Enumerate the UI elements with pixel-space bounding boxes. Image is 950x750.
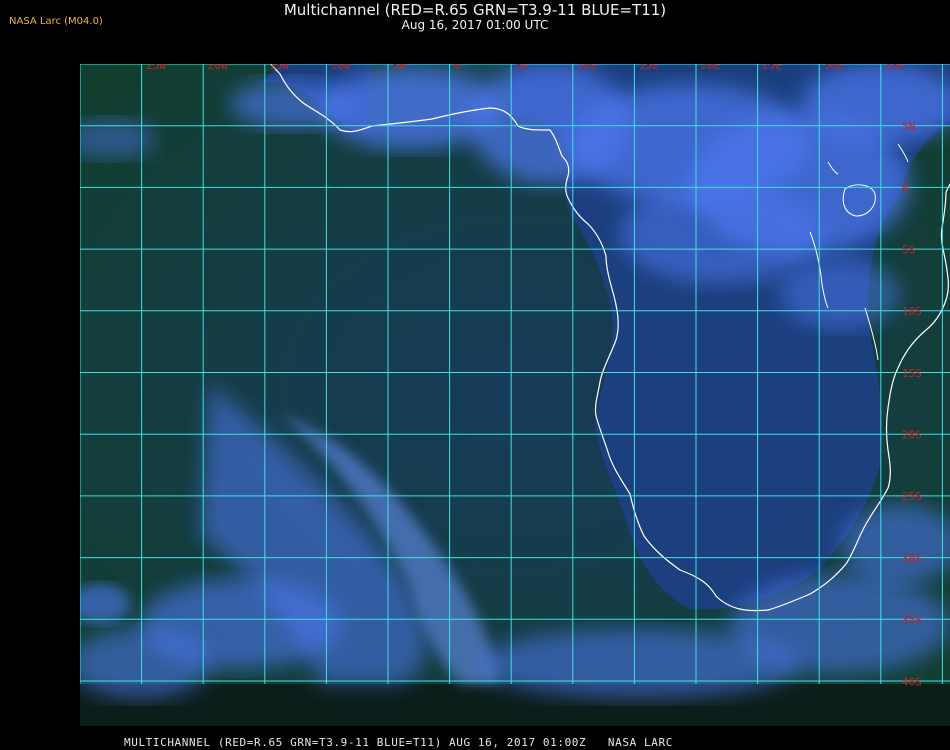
longitude-label: 25W <box>146 64 166 72</box>
latitude-label: 40S <box>902 675 922 688</box>
longitude-label: 15W <box>269 64 289 72</box>
longitude-label: 20W <box>208 64 228 72</box>
longitude-label: 25E <box>762 64 782 72</box>
longitude-label: 35E <box>885 64 905 72</box>
satellite-image: 25W 20W 15W 10W 5W 0 5E 10E 15E 20E 25E 30E 35E 5N 0 5… <box>80 64 950 726</box>
latitude-label: 25S <box>902 490 922 503</box>
image-title: Multichannel (RED=R.65 GRN=T3.9-11 BLUE=… <box>283 1 667 19</box>
longitude-label: 10W <box>331 64 351 72</box>
longitude-label: 15E <box>639 64 659 72</box>
footer-caption: MULTICHANNEL (RED=R.65 GRN=T3.9-11 BLUE=… <box>124 736 673 749</box>
image-datetime: Aug 16, 2017 01:00 UTC <box>401 18 549 32</box>
latitude-label: 20S <box>902 429 922 442</box>
satellite-map: 25W 20W 15W 10W 5W 0 5E 10E 15E 20E 25E 30E 35E 5N 0 5… <box>80 64 950 726</box>
latitude-label: 5S <box>902 243 915 256</box>
latitude-label: 15S <box>902 367 922 380</box>
longitude-label: 30E <box>824 64 844 72</box>
credit-label: NASA Larc (M04.0) <box>9 16 103 27</box>
latitude-label: 35S <box>902 614 922 627</box>
latitude-label: 0 <box>902 182 909 195</box>
latitude-label: 30S <box>902 552 922 565</box>
latitude-label: 10S <box>902 305 922 318</box>
longitude-label: 5E <box>516 64 529 72</box>
longitude-label: 10E <box>577 64 597 72</box>
longitude-label: 20E <box>700 64 720 72</box>
longitude-label: 0 <box>454 64 461 72</box>
latitude-label: 5N <box>902 120 915 133</box>
longitude-label: 5W <box>392 64 406 72</box>
